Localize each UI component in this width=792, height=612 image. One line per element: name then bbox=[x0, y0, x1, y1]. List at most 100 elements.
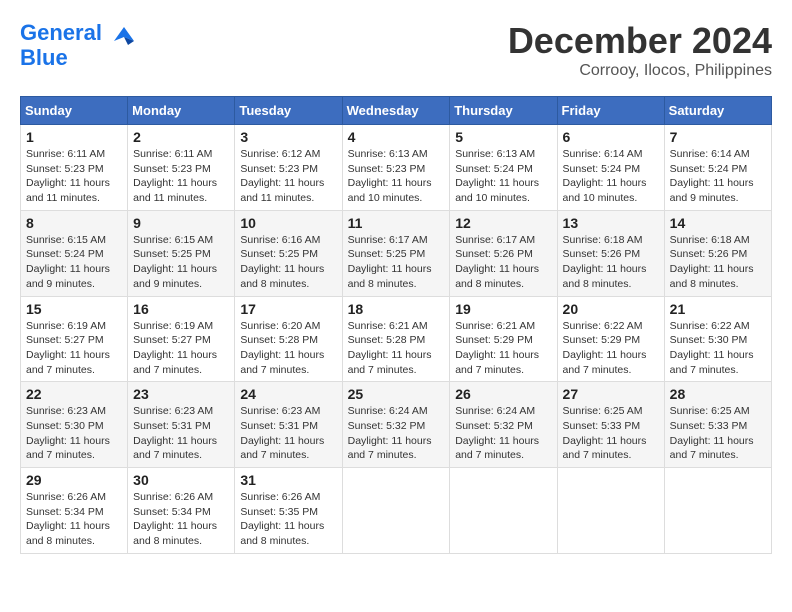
calendar-day-22: 22Sunrise: 6:23 AMSunset: 5:30 PMDayligh… bbox=[21, 382, 128, 468]
day-info: Sunrise: 6:25 AMSunset: 5:33 PMDaylight:… bbox=[563, 405, 647, 461]
logo-bird-icon bbox=[110, 23, 138, 45]
day-info: Sunrise: 6:14 AMSunset: 5:24 PMDaylight:… bbox=[563, 148, 647, 204]
day-number: 14 bbox=[670, 215, 766, 231]
day-number: 28 bbox=[670, 386, 766, 402]
calendar-day-1: 1 Sunrise: 6:11 AMSunset: 5:23 PMDaylight… bbox=[21, 125, 128, 211]
page-header: General Blue December 2024 Corrooy, Iloc… bbox=[20, 20, 772, 80]
calendar-day-27: 27Sunrise: 6:25 AMSunset: 5:33 PMDayligh… bbox=[557, 382, 664, 468]
day-info: Sunrise: 6:23 AMSunset: 5:30 PMDaylight:… bbox=[26, 405, 110, 461]
calendar-day-28: 28 Sunrise: 6:25 AMSunset: 5:33 PMDayligh… bbox=[664, 382, 771, 468]
day-number: 9 bbox=[133, 215, 229, 231]
day-info: Sunrise: 6:21 AMSunset: 5:28 PMDaylight:… bbox=[348, 320, 432, 376]
day-number: 16 bbox=[133, 301, 229, 317]
calendar-week-2: 8 Sunrise: 6:15 AMSunset: 5:24 PMDaylight… bbox=[21, 210, 772, 296]
logo: General Blue bbox=[20, 20, 138, 71]
day-number: 21 bbox=[670, 301, 766, 317]
calendar-empty-cell bbox=[664, 468, 771, 554]
calendar-day-9: 9 Sunrise: 6:15 AMSunset: 5:25 PMDaylight… bbox=[128, 210, 235, 296]
day-info: Sunrise: 6:26 AMSunset: 5:34 PMDaylight:… bbox=[133, 491, 217, 547]
day-info: Sunrise: 6:13 AMSunset: 5:24 PMDaylight:… bbox=[455, 148, 539, 204]
calendar-day-11: 11Sunrise: 6:17 AMSunset: 5:25 PMDayligh… bbox=[342, 210, 450, 296]
day-number: 29 bbox=[26, 472, 122, 488]
calendar-day-14: 14 Sunrise: 6:18 AMSunset: 5:26 PMDayligh… bbox=[664, 210, 771, 296]
day-number: 19 bbox=[455, 301, 551, 317]
day-info: Sunrise: 6:24 AMSunset: 5:32 PMDaylight:… bbox=[455, 405, 539, 461]
location-title: Corrooy, Ilocos, Philippines bbox=[508, 62, 772, 80]
title-block: December 2024 Corrooy, Ilocos, Philippin… bbox=[508, 20, 772, 80]
calendar-day-24: 24Sunrise: 6:23 AMSunset: 5:31 PMDayligh… bbox=[235, 382, 342, 468]
calendar-day-6: 6 Sunrise: 6:14 AMSunset: 5:24 PMDaylight… bbox=[557, 125, 664, 211]
day-number: 18 bbox=[348, 301, 445, 317]
calendar-day-15: 15 Sunrise: 6:19 AMSunset: 5:27 PMDayligh… bbox=[21, 296, 128, 382]
calendar-day-20: 20 Sunrise: 6:22 AMSunset: 5:29 PMDayligh… bbox=[557, 296, 664, 382]
day-number: 31 bbox=[240, 472, 336, 488]
month-title: December 2024 bbox=[508, 20, 772, 62]
day-info: Sunrise: 6:17 AMSunset: 5:26 PMDaylight:… bbox=[455, 234, 539, 290]
day-info: Sunrise: 6:23 AMSunset: 5:31 PMDaylight:… bbox=[133, 405, 217, 461]
day-info: Sunrise: 6:22 AMSunset: 5:30 PMDaylight:… bbox=[670, 320, 754, 376]
calendar-day-31: 31 Sunrise: 6:26 AMSunset: 5:35 PMDayligh… bbox=[235, 468, 342, 554]
calendar-day-29: 29 Sunrise: 6:26 AMSunset: 5:34 PMDayligh… bbox=[21, 468, 128, 554]
day-info: Sunrise: 6:20 AMSunset: 5:28 PMDaylight:… bbox=[240, 320, 324, 376]
calendar-week-4: 22Sunrise: 6:23 AMSunset: 5:30 PMDayligh… bbox=[21, 382, 772, 468]
day-number: 30 bbox=[133, 472, 229, 488]
col-saturday: Saturday bbox=[664, 97, 771, 125]
day-info: Sunrise: 6:15 AMSunset: 5:25 PMDaylight:… bbox=[133, 234, 217, 290]
day-number: 7 bbox=[670, 129, 766, 145]
calendar-day-30: 30 Sunrise: 6:26 AMSunset: 5:34 PMDayligh… bbox=[128, 468, 235, 554]
calendar-day-3: 3 Sunrise: 6:12 AMSunset: 5:23 PMDaylight… bbox=[235, 125, 342, 211]
day-number: 15 bbox=[26, 301, 122, 317]
calendar-day-19: 19 Sunrise: 6:21 AMSunset: 5:29 PMDayligh… bbox=[450, 296, 557, 382]
calendar-week-5: 29 Sunrise: 6:26 AMSunset: 5:34 PMDayligh… bbox=[21, 468, 772, 554]
calendar-header-row: Sunday Monday Tuesday Wednesday Thursday… bbox=[21, 97, 772, 125]
day-info: Sunrise: 6:26 AMSunset: 5:35 PMDaylight:… bbox=[240, 491, 324, 547]
calendar-day-4: 4 Sunrise: 6:13 AMSunset: 5:23 PMDaylight… bbox=[342, 125, 450, 211]
day-number: 6 bbox=[563, 129, 659, 145]
day-info: Sunrise: 6:24 AMSunset: 5:32 PMDaylight:… bbox=[348, 405, 432, 461]
day-number: 5 bbox=[455, 129, 551, 145]
day-number: 26 bbox=[455, 386, 551, 402]
day-info: Sunrise: 6:12 AMSunset: 5:23 PMDaylight:… bbox=[240, 148, 324, 204]
calendar-day-5: 5 Sunrise: 6:13 AMSunset: 5:24 PMDaylight… bbox=[450, 125, 557, 211]
col-friday: Friday bbox=[557, 97, 664, 125]
day-number: 10 bbox=[240, 215, 336, 231]
day-info: Sunrise: 6:22 AMSunset: 5:29 PMDaylight:… bbox=[563, 320, 647, 376]
calendar-day-8: 8 Sunrise: 6:15 AMSunset: 5:24 PMDaylight… bbox=[21, 210, 128, 296]
col-tuesday: Tuesday bbox=[235, 97, 342, 125]
day-info: Sunrise: 6:21 AMSunset: 5:29 PMDaylight:… bbox=[455, 320, 539, 376]
calendar-empty-cell bbox=[450, 468, 557, 554]
calendar-day-21: 21 Sunrise: 6:22 AMSunset: 5:30 PMDayligh… bbox=[664, 296, 771, 382]
day-info: Sunrise: 6:16 AMSunset: 5:25 PMDaylight:… bbox=[240, 234, 324, 290]
day-info: Sunrise: 6:14 AMSunset: 5:24 PMDaylight:… bbox=[670, 148, 754, 204]
day-number: 8 bbox=[26, 215, 122, 231]
day-info: Sunrise: 6:15 AMSunset: 5:24 PMDaylight:… bbox=[26, 234, 110, 290]
day-info: Sunrise: 6:11 AMSunset: 5:23 PMDaylight:… bbox=[133, 148, 217, 204]
logo-general: General bbox=[20, 20, 102, 45]
calendar-day-23: 23 Sunrise: 6:23 AMSunset: 5:31 PMDayligh… bbox=[128, 382, 235, 468]
day-info: Sunrise: 6:11 AMSunset: 5:23 PMDaylight:… bbox=[26, 148, 110, 204]
day-info: Sunrise: 6:13 AMSunset: 5:23 PMDaylight:… bbox=[348, 148, 432, 204]
calendar-day-13: 13Sunrise: 6:18 AMSunset: 5:26 PMDayligh… bbox=[557, 210, 664, 296]
col-wednesday: Wednesday bbox=[342, 97, 450, 125]
calendar-empty-cell bbox=[342, 468, 450, 554]
calendar-day-10: 10 Sunrise: 6:16 AMSunset: 5:25 PMDayligh… bbox=[235, 210, 342, 296]
logo-blue: Blue bbox=[20, 45, 138, 70]
day-number: 3 bbox=[240, 129, 336, 145]
calendar-day-26: 26 Sunrise: 6:24 AMSunset: 5:32 PMDayligh… bbox=[450, 382, 557, 468]
day-info: Sunrise: 6:18 AMSunset: 5:26 PMDaylight:… bbox=[670, 234, 754, 290]
day-info: Sunrise: 6:18 AMSunset: 5:26 PMDaylight:… bbox=[563, 234, 647, 290]
calendar-day-18: 18 Sunrise: 6:21 AMSunset: 5:28 PMDayligh… bbox=[342, 296, 450, 382]
calendar-empty-cell bbox=[557, 468, 664, 554]
day-info: Sunrise: 6:19 AMSunset: 5:27 PMDaylight:… bbox=[26, 320, 110, 376]
day-info: Sunrise: 6:25 AMSunset: 5:33 PMDaylight:… bbox=[670, 405, 754, 461]
day-number: 20 bbox=[563, 301, 659, 317]
logo-text: General bbox=[20, 20, 138, 45]
day-info: Sunrise: 6:26 AMSunset: 5:34 PMDaylight:… bbox=[26, 491, 110, 547]
calendar-day-2: 2Sunrise: 6:11 AMSunset: 5:23 PMDaylight… bbox=[128, 125, 235, 211]
day-number: 25 bbox=[348, 386, 445, 402]
day-number: 1 bbox=[26, 129, 122, 145]
day-number: 4 bbox=[348, 129, 445, 145]
day-info: Sunrise: 6:19 AMSunset: 5:27 PMDaylight:… bbox=[133, 320, 217, 376]
calendar-day-12: 12Sunrise: 6:17 AMSunset: 5:26 PMDayligh… bbox=[450, 210, 557, 296]
day-number: 23 bbox=[133, 386, 229, 402]
